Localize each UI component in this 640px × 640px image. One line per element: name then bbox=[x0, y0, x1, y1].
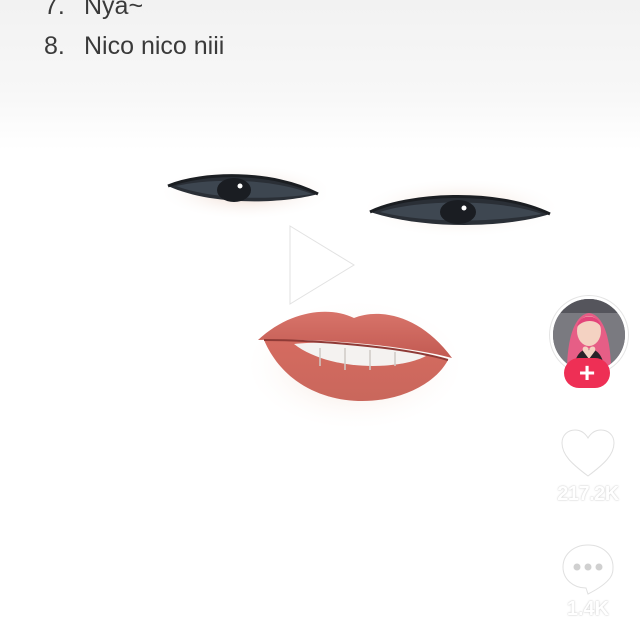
like-count: 217.2K bbox=[557, 483, 619, 505]
caption-line-8: 8. Nico nico niii bbox=[44, 26, 224, 66]
caption-text: Nya~ bbox=[84, 0, 144, 20]
play-icon bbox=[289, 225, 355, 305]
action-rail: + 217.2K 1.4K bbox=[540, 290, 640, 640]
mouth-image bbox=[251, 303, 459, 427]
caption-text: Nico nico niii bbox=[84, 32, 225, 60]
caption-number: 8. bbox=[44, 32, 65, 60]
play-button[interactable] bbox=[282, 220, 362, 310]
eye-image-right bbox=[367, 180, 555, 236]
comment-button[interactable] bbox=[560, 542, 616, 596]
comment-icon bbox=[562, 544, 614, 595]
comment-count: 1.4K bbox=[566, 598, 610, 620]
heart-icon bbox=[561, 429, 615, 477]
caption-number: 7. bbox=[44, 0, 65, 20]
follow-button[interactable]: + bbox=[564, 358, 610, 388]
video-caption: 7. Nya~ 8. Nico nico niii bbox=[44, 0, 224, 66]
eye-image-left bbox=[164, 166, 326, 218]
caption-line-7: 7. Nya~ bbox=[44, 0, 224, 26]
like-button[interactable] bbox=[560, 428, 616, 480]
